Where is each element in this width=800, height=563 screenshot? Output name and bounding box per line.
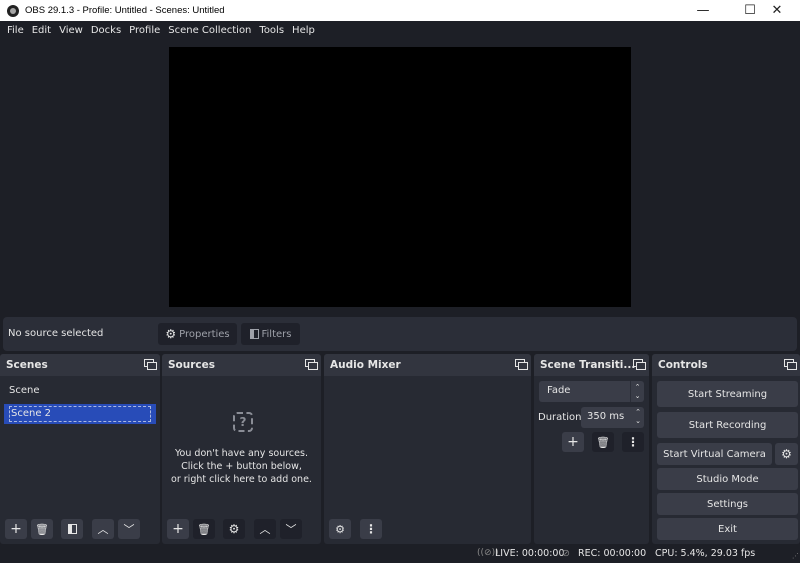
duration-spinbox[interactable]: 350 ms ⌃ ⌄ — [581, 407, 644, 428]
plus-icon: + — [10, 521, 22, 537]
question-icon: ? — [233, 412, 253, 432]
undock-icon[interactable] — [515, 359, 528, 370]
minimize-button[interactable]: — — [680, 0, 726, 21]
chevron-up-icon: ︿ — [259, 523, 271, 536]
move-scene-down-button[interactable]: ﹀ — [118, 519, 140, 539]
updown-icon: ⌃ ⌄ — [630, 381, 644, 402]
add-source-button[interactable]: + — [167, 519, 189, 539]
studio-mode-button[interactable]: Studio Mode — [657, 468, 798, 490]
preview-canvas[interactable] — [169, 47, 631, 307]
scene-filters-button[interactable] — [61, 519, 83, 539]
spin-arrows-icon[interactable]: ⌃ ⌄ — [635, 408, 641, 426]
menu-docks[interactable]: Docks — [87, 25, 125, 36]
empty-sources-text-3: or right click here to add one. — [171, 474, 312, 485]
window-title: OBS 29.1.3 - Profile: Untitled - Scenes:… — [25, 5, 225, 16]
duration-value: 350 ms — [587, 411, 625, 422]
trash-icon: 🗑 — [35, 522, 49, 536]
filter-icon — [249, 329, 259, 339]
source-properties-button[interactable]: ⚙ — [223, 519, 245, 539]
menu-help[interactable]: Help — [288, 25, 319, 36]
source-status: No source selected — [8, 328, 104, 339]
cpu-fps: CPU: 5.4%, 29.03 fps — [655, 548, 756, 559]
rec-timer: REC: 00:00:00 — [578, 548, 647, 559]
sources-title: Sources — [168, 359, 216, 371]
undock-icon[interactable] — [144, 359, 157, 370]
chevron-down-icon: ﹀ — [123, 523, 135, 536]
properties-label: Properties — [179, 328, 230, 340]
live-timer: LIVE: 00:00:00 — [495, 548, 565, 559]
controls-header: Controls — [652, 354, 800, 376]
remove-transition-button[interactable]: 🗑 — [592, 432, 614, 452]
filters-button[interactable]: Filters — [241, 323, 300, 345]
move-source-down-button[interactable]: ﹀ — [280, 519, 302, 539]
undock-icon[interactable] — [784, 359, 797, 370]
filter-icon — [67, 524, 77, 534]
filters-label: Filters — [261, 328, 292, 340]
more-vertical-icon: ⋮ — [365, 522, 377, 536]
gear-icon: ⚙ — [165, 327, 177, 341]
controls-title: Controls — [658, 359, 708, 371]
menu-edit[interactable]: Edit — [28, 25, 55, 36]
advanced-audio-button[interactable]: ⚙ — [329, 519, 351, 539]
menu-bar: File Edit View Docks Profile Scene Colle… — [0, 21, 800, 40]
virtual-camera-settings-button[interactable]: ⚙ — [775, 443, 798, 465]
exit-button[interactable]: Exit — [657, 518, 798, 540]
menu-profile[interactable]: Profile — [125, 25, 164, 36]
settings-button[interactable]: Settings — [657, 493, 798, 515]
audio-mixer-header: Audio Mixer — [324, 354, 531, 376]
empty-sources-text-2: Click the + button below, — [181, 461, 302, 472]
menu-view[interactable]: View — [55, 25, 87, 36]
chevron-down-icon: ﹀ — [285, 523, 297, 536]
preview-area — [0, 40, 800, 315]
obs-logo-icon — [7, 4, 19, 17]
status-bar: ((⊘)) LIVE: 00:00:00 ⊘ REC: 00:00:00 CPU… — [0, 544, 800, 563]
start-virtual-camera-button[interactable]: Start Virtual Camera — [657, 443, 772, 465]
plus-icon: + — [567, 434, 579, 450]
start-streaming-button[interactable]: Start Streaming — [657, 381, 798, 407]
sources-dock[interactable]: Sources ? You don't have any sources. Cl… — [162, 354, 321, 544]
gear-icon: ⚙ — [228, 522, 240, 536]
context-bar: No source selected ⚙ Properties Filters — [3, 317, 797, 351]
audio-mixer-dock: Audio Mixer — [324, 354, 531, 544]
move-source-up-button[interactable]: ︿ — [254, 519, 276, 539]
scenes-title: Scenes — [6, 359, 48, 371]
trash-icon: 🗑 — [596, 435, 610, 449]
add-scene-button[interactable]: + — [5, 519, 27, 539]
scene-list-item-selected[interactable]: Scene 2 — [4, 404, 156, 424]
add-transition-button[interactable]: + — [562, 432, 584, 452]
record-status-icon: ⊘ — [562, 548, 570, 559]
remove-source-button[interactable]: 🗑 — [193, 519, 215, 539]
transition-menu-button[interactable]: ⋮ — [622, 432, 644, 452]
scene-label: Scene — [9, 385, 40, 396]
remove-scene-button[interactable]: 🗑 — [31, 519, 53, 539]
gears-icon: ⚙ — [335, 522, 345, 536]
audio-mixer-title: Audio Mixer — [330, 359, 401, 371]
plus-icon: + — [172, 521, 184, 537]
mixer-menu-button[interactable]: ⋮ — [360, 519, 382, 539]
sources-header: Sources — [162, 354, 321, 376]
scene-label: Scene 2 — [9, 406, 151, 422]
more-vertical-icon: ⋮ — [627, 435, 639, 449]
trash-icon: 🗑 — [197, 522, 211, 536]
move-scene-up-button[interactable]: ︿ — [92, 519, 114, 539]
transition-select[interactable]: Fade ⌃ ⌄ — [539, 381, 644, 402]
scene-transitions-title: Scene Transiti... — [540, 359, 636, 371]
duration-label: Duration — [538, 412, 582, 423]
start-recording-button[interactable]: Start Recording — [657, 412, 798, 438]
undock-icon[interactable] — [305, 359, 318, 370]
menu-file[interactable]: File — [3, 25, 28, 36]
transition-value: Fade — [547, 385, 571, 396]
properties-button[interactable]: ⚙ Properties — [158, 323, 237, 345]
gear-icon: ⚙ — [781, 447, 792, 461]
scene-transitions-header: Scene Transiti... — [534, 354, 649, 376]
scene-list-item[interactable]: Scene — [4, 381, 156, 401]
resize-grip-icon[interactable]: ⋰ — [792, 552, 799, 560]
empty-sources-text-1: You don't have any sources. — [175, 448, 308, 459]
chevron-up-icon: ︿ — [97, 523, 109, 536]
menu-tools[interactable]: Tools — [255, 25, 288, 36]
close-button[interactable]: ✕ — [754, 0, 800, 21]
menu-scene-collection[interactable]: Scene Collection — [164, 25, 255, 36]
undock-icon[interactable] — [633, 359, 646, 370]
scenes-header: Scenes — [0, 354, 160, 376]
